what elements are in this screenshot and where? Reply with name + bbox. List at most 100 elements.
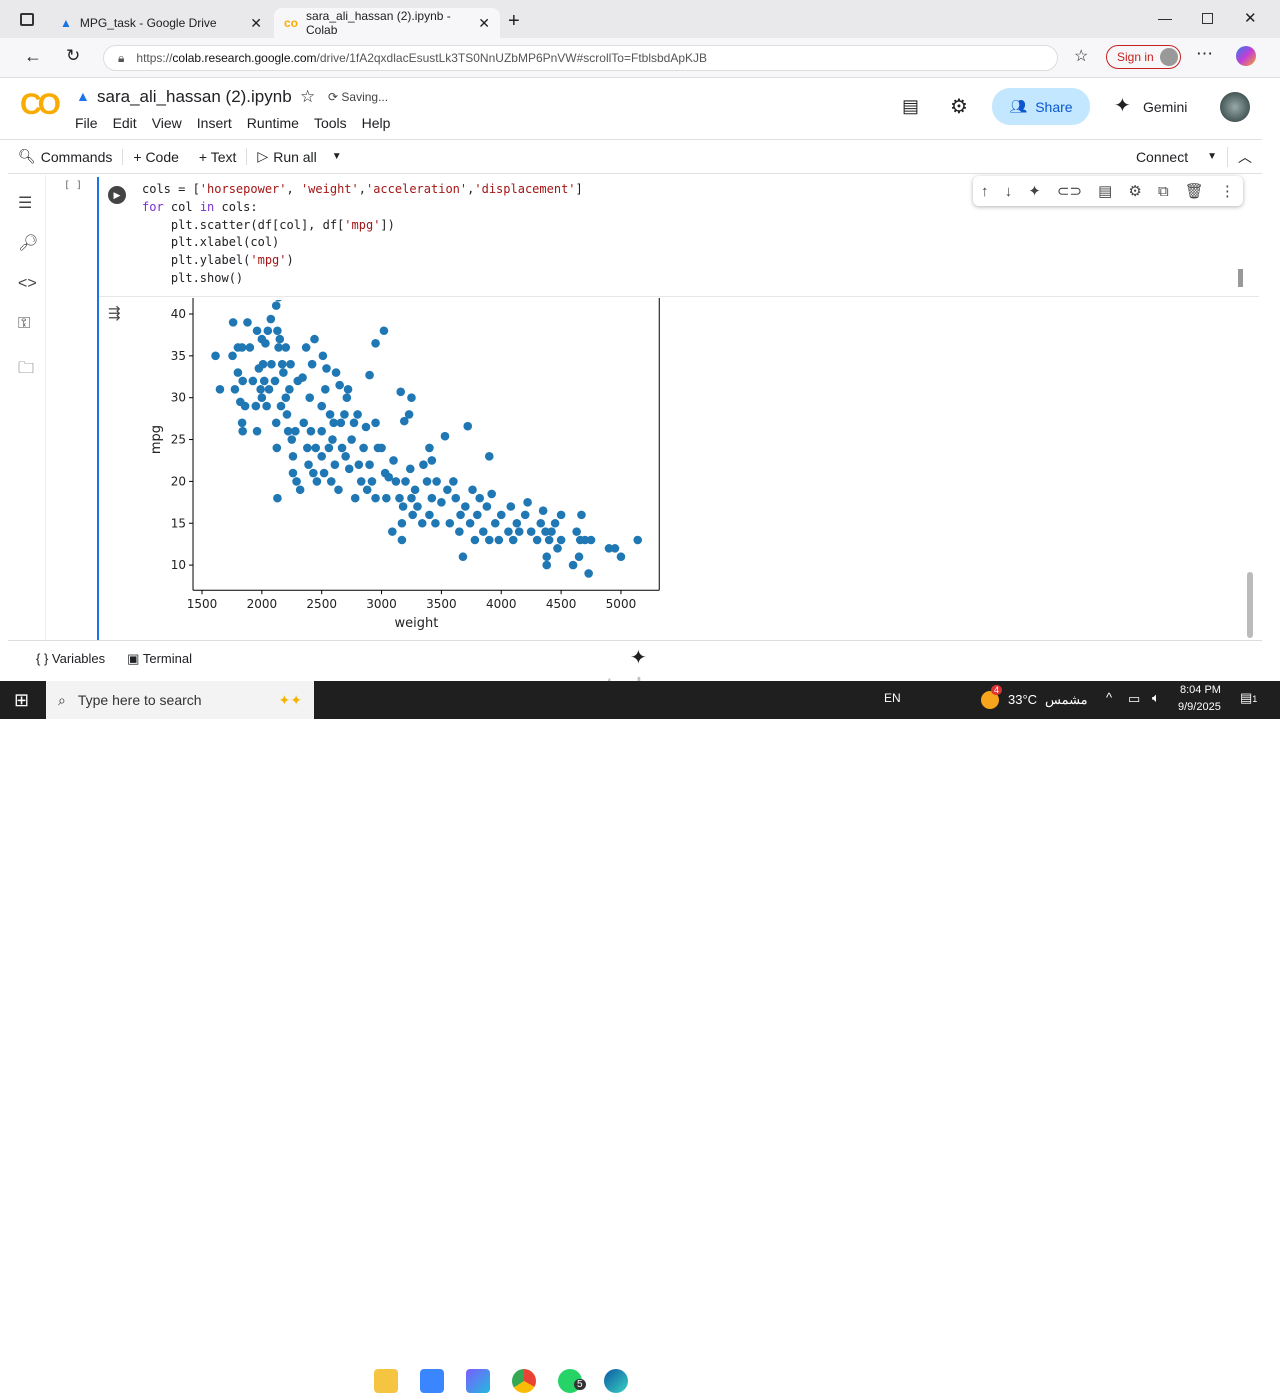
back-icon[interactable]: ← — [24, 46, 42, 67]
colab-logo[interactable]: CO — [20, 88, 61, 122]
comments-icon[interactable]: ▤ — [902, 96, 919, 117]
notebook-title[interactable]: sara_ali_hassan (2).ipynb — [97, 87, 292, 107]
close-tab-icon[interactable]: ✕ — [250, 15, 262, 32]
menu-view[interactable]: View — [152, 115, 182, 131]
tab-colab[interactable]: co sara_ali_hassan (2).ipynb - Colab ✕ — [274, 8, 500, 38]
task-view-icon[interactable]: ▭ — [328, 1369, 352, 1393]
star-icon[interactable]: ☆ — [300, 87, 315, 107]
add-code-button[interactable]: + Code — [122, 148, 189, 165]
collapse-header-icon[interactable]: ︿ — [1227, 146, 1262, 167]
volume-icon[interactable]: 🔈︎ — [1152, 690, 1160, 706]
maximize-icon[interactable] — [1202, 13, 1213, 24]
store-icon[interactable] — [420, 1369, 444, 1393]
gemini-sparkle-icon[interactable]: ✦ — [630, 645, 647, 670]
code-token: , — [286, 182, 301, 196]
code-line[interactable]: cols = ['horsepower', 'weight','accelera… — [142, 181, 583, 199]
edge-icon[interactable] — [604, 1369, 628, 1393]
chrome-icon[interactable] — [512, 1369, 536, 1393]
variables-button[interactable]: { } Variables — [36, 651, 105, 666]
copilot-icon[interactable] — [1236, 46, 1256, 66]
connect-button[interactable]: Connect ▼ — [1126, 149, 1227, 165]
menu-tools[interactable]: Tools — [314, 115, 347, 131]
tab-actions-icon[interactable] — [20, 13, 34, 26]
clock-date[interactable]: 9/9/2025 — [1178, 701, 1221, 713]
code-line[interactable]: plt.scatter(df[col], df['mpg']) — [142, 217, 583, 235]
comment-icon[interactable]: ▤ — [1098, 182, 1112, 200]
code-snippets-icon[interactable]: <> — [18, 275, 37, 293]
code-editor[interactable]: cols = ['horsepower', 'weight','accelera… — [142, 181, 583, 288]
share-button[interactable]: 👥︎ Share — [992, 88, 1090, 125]
data-point — [238, 376, 247, 386]
add-text-label: + Text — [198, 148, 237, 165]
site-info-icon[interactable]: 🔒︎ — [118, 51, 124, 66]
whatsapp-icon[interactable]: 5 — [558, 1369, 586, 1393]
delete-icon[interactable]: 🗑︎ — [1185, 182, 1204, 200]
settings-gear-icon[interactable]: ⚙ — [1128, 182, 1141, 200]
code-line[interactable]: plt.show() — [142, 270, 583, 288]
editor-scrollbar[interactable] — [1238, 269, 1243, 287]
code-line[interactable]: plt.ylabel('mpg') — [142, 252, 583, 270]
url-input[interactable]: 🔒︎ https://colab.research.google.com/dri… — [103, 45, 1058, 71]
menu-file[interactable]: File — [75, 115, 98, 131]
tab-google-drive[interactable]: ▲ MPG_task - Google Drive ✕ — [50, 8, 272, 38]
secrets-key-icon[interactable]: ⚿ — [18, 315, 30, 333]
output-scrollbar[interactable] — [1247, 572, 1253, 638]
minimize-icon[interactable]: — — [1158, 10, 1172, 26]
notifications-icon[interactable]: ▤1 — [1240, 690, 1257, 706]
user-avatar[interactable] — [1220, 92, 1250, 122]
m365-icon[interactable] — [466, 1369, 490, 1393]
run-all-button[interactable]: ▷ Run all ▼ — [246, 148, 351, 165]
battery-icon[interactable]: ▭ — [1128, 691, 1140, 707]
move-up-icon[interactable]: ↑ — [981, 183, 989, 200]
data-point — [342, 393, 352, 402]
close-tab-icon[interactable]: ✕ — [478, 15, 490, 32]
taskbar-search-input[interactable]: ⌕ Type here to search ✦✦ — [46, 681, 314, 719]
settings-gear-icon[interactable]: ⚙ — [950, 94, 968, 119]
chevron-up-icon[interactable]: ^ — [1106, 690, 1112, 705]
new-tab-icon[interactable]: + — [508, 10, 520, 33]
data-point — [301, 343, 311, 352]
code-token: 'displacement' — [474, 182, 576, 196]
table-of-contents-icon[interactable]: ☰ — [18, 193, 32, 213]
code-line[interactable]: plt.xlabel(col) — [142, 234, 583, 252]
output-actions-icon[interactable]: ⇶ — [108, 304, 121, 322]
code-line[interactable]: for col in cols: — [142, 199, 583, 217]
variables-label: Variables — [51, 651, 106, 666]
windows-start-icon[interactable]: ⊞ — [14, 690, 29, 711]
move-down-icon[interactable]: ↓ — [1005, 183, 1013, 200]
menu-runtime[interactable]: Runtime — [247, 115, 299, 131]
menu-help[interactable]: Help — [362, 115, 391, 131]
link-icon[interactable]: ⊂⊃ — [1057, 182, 1082, 200]
menu-edit[interactable]: Edit — [113, 115, 137, 131]
find-icon[interactable]: 🔎︎ — [18, 233, 38, 253]
gemini-button[interactable]: Gemini — [1143, 99, 1187, 115]
data-point — [306, 426, 316, 436]
file-explorer-icon[interactable] — [374, 1369, 398, 1393]
gemini-icon[interactable]: ✦ — [1028, 182, 1041, 200]
favorites-icon[interactable]: ☆ — [1074, 46, 1088, 66]
data-point — [586, 535, 596, 545]
more-vert-icon[interactable]: ⋮ — [1220, 182, 1235, 200]
close-window-icon[interactable]: ✕ — [1244, 9, 1257, 27]
files-folder-icon[interactable]: 🗀 — [18, 357, 34, 384]
terminal-button[interactable]: ▣ Terminal — [127, 651, 192, 667]
chevron-down-icon[interactable]: ▼ — [332, 151, 342, 162]
menu-insert[interactable]: Insert — [197, 115, 232, 131]
gemini-icon[interactable]: ✦ — [1114, 93, 1131, 118]
language-indicator[interactable]: EN — [884, 691, 901, 705]
commands-button[interactable]: 🔍︎ Commands — [8, 148, 122, 165]
refresh-icon[interactable]: ↻ — [66, 46, 80, 66]
chevron-down-icon[interactable]: ▼ — [1207, 151, 1217, 162]
sign-in-button[interactable]: Sign in — [1106, 45, 1181, 69]
clock-time[interactable]: 8:04 PM — [1180, 684, 1221, 696]
run-cell-button[interactable]: ▶ — [108, 186, 126, 204]
mirror-cell-icon[interactable]: ⧉ — [1158, 183, 1169, 200]
data-point — [361, 422, 371, 432]
weather-icon[interactable]: 4 — [981, 685, 1003, 709]
data-point — [425, 510, 434, 520]
add-text-button[interactable]: + Text — [189, 149, 247, 165]
data-point — [484, 451, 494, 461]
data-point — [230, 385, 240, 394]
x-tick-label: 2000 — [247, 597, 278, 611]
more-icon[interactable]: ⋯ — [1196, 44, 1213, 64]
